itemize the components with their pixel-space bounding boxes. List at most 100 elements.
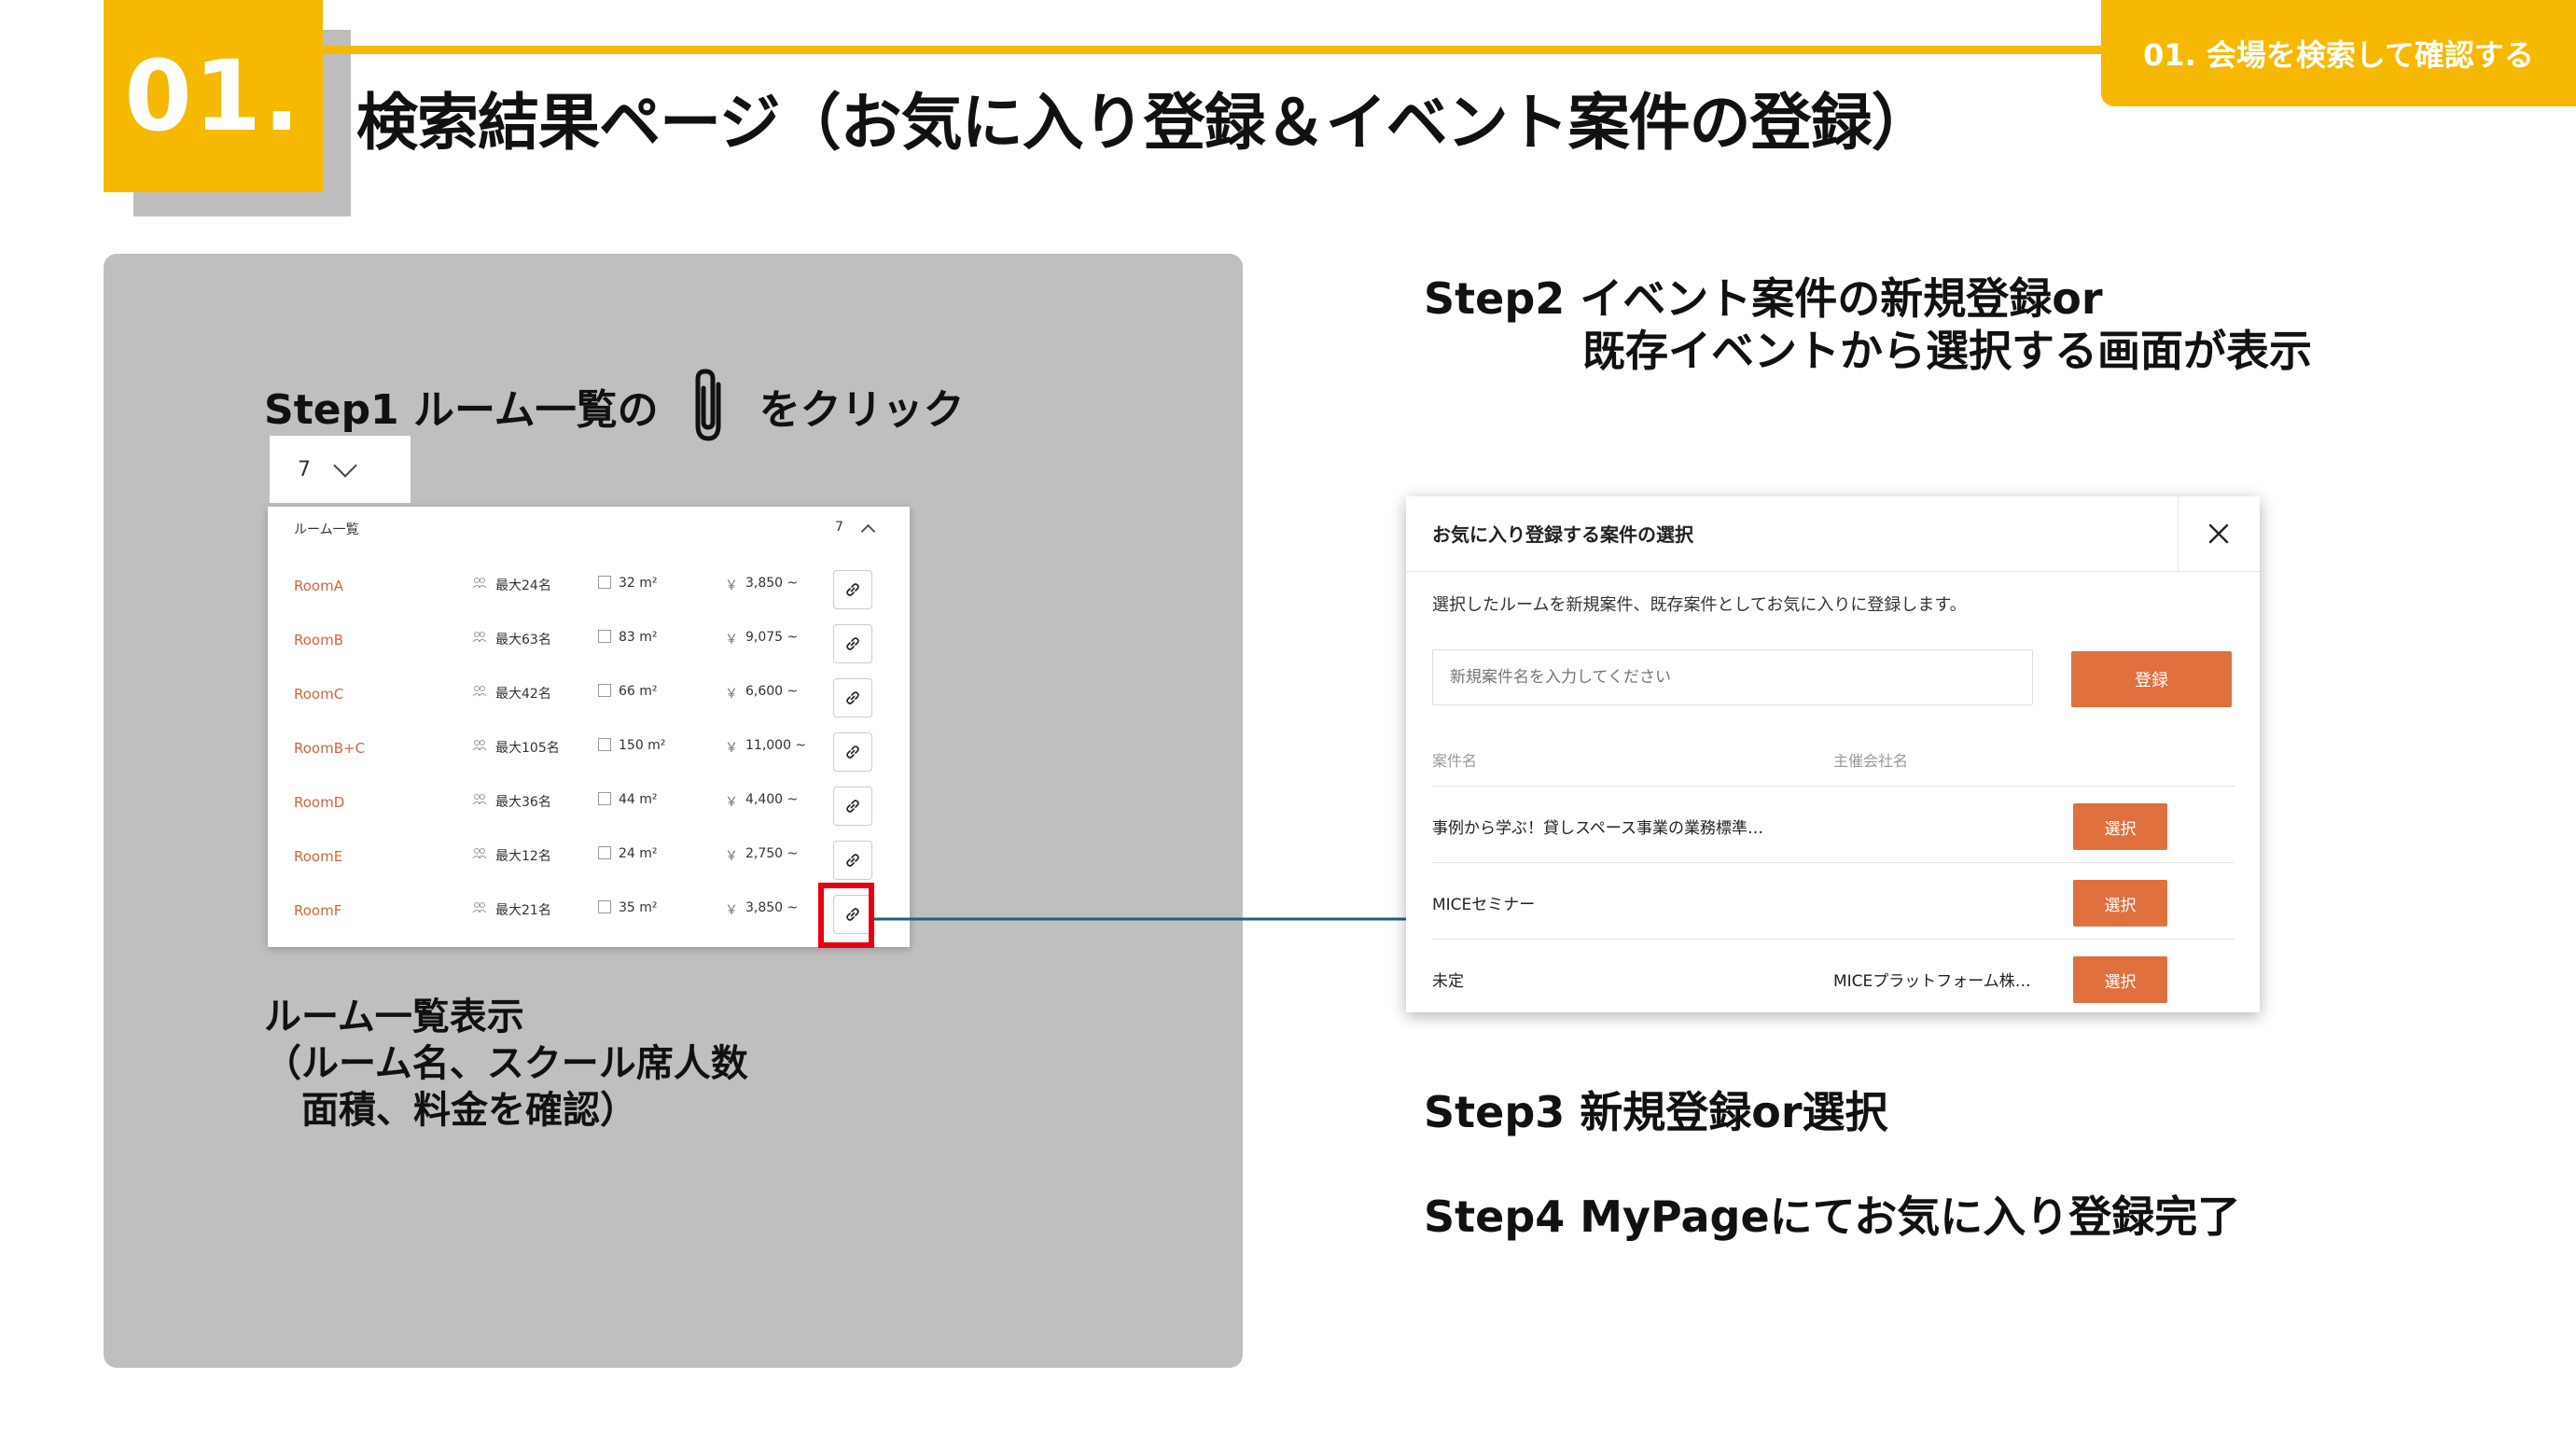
step2-line: 既存イベントから選択する画面が表示 xyxy=(1582,326,2312,376)
room-capacity: 最大42名 xyxy=(495,687,551,702)
yen-symbol: ￥ xyxy=(725,795,738,810)
close-icon xyxy=(2208,523,2229,544)
room-price: 4,400 ~ xyxy=(745,792,799,807)
section-number: 01. xyxy=(104,0,323,192)
room-name[interactable]: RoomC xyxy=(294,686,343,703)
section-tab: 01. 会場を検索して確認する xyxy=(2101,0,2576,106)
favorite-link-button[interactable] xyxy=(833,570,872,609)
select-button[interactable]: 選択 xyxy=(2073,880,2167,927)
caption-line: ルーム一覧表示 xyxy=(264,996,524,1038)
favorite-link-button[interactable] xyxy=(833,841,872,880)
project-name: 未定 xyxy=(1432,972,1464,991)
favorite-link-button[interactable] xyxy=(833,678,872,718)
column-header-project-name: 案件名 xyxy=(1432,752,1478,770)
favorite-project-modal: お気に入り登録する案件の選択 選択したルームを新規案件、既存案件としてお気に入り… xyxy=(1406,496,2260,1012)
select-button[interactable]: 選択 xyxy=(2073,803,2167,850)
project-organizer: MICEプラットフォーム株… xyxy=(1833,972,2031,991)
count-select-value: 7 xyxy=(298,457,311,481)
caption-line: （ルーム名、スクール席人数 xyxy=(264,1042,748,1085)
favorite-link-button[interactable] xyxy=(833,732,872,772)
room-area: 24 m² xyxy=(619,846,658,861)
modal-title: お気に入り登録する案件の選択 xyxy=(1432,523,1693,546)
project-row: 未定 MICEプラットフォーム株… 選択 xyxy=(1432,939,2235,1016)
chevron-down-icon xyxy=(333,453,357,478)
room-row: RoomF 最大21名 35 m² ￥ 3,850 ~ xyxy=(268,882,910,936)
room-list-count: 7 xyxy=(835,520,843,535)
room-name[interactable]: RoomF xyxy=(294,902,341,919)
room-row: RoomE 最大12名 24 m² ￥ 2,750 ~ xyxy=(268,828,910,882)
people-icon xyxy=(472,686,487,697)
step3-instruction: Step3 新規登録or選択 xyxy=(1424,1087,1888,1137)
room-price: 3,850 ~ xyxy=(745,900,799,915)
room-price: 3,850 ~ xyxy=(745,576,799,591)
step1-text-before: Step1 ルーム一覧の xyxy=(264,386,659,434)
room-row: RoomB+C 最大105名 150 m² ￥ 11,000 ~ xyxy=(268,719,910,773)
people-icon xyxy=(472,794,487,805)
yen-symbol: ￥ xyxy=(725,687,738,702)
room-capacity: 最大63名 xyxy=(495,633,551,648)
room-row: RoomB 最大63名 83 m² ￥ 9,075 ~ xyxy=(268,611,910,665)
paperclip-icon xyxy=(683,366,735,446)
room-area: 35 m² xyxy=(619,900,658,915)
area-icon xyxy=(598,792,611,805)
link-icon xyxy=(846,854,859,867)
select-button[interactable]: 選択 xyxy=(2073,956,2167,1003)
project-row: MICEセミナー 選択 xyxy=(1432,862,2235,940)
room-name[interactable]: RoomA xyxy=(294,578,343,594)
project-row: 事例から学ぶ！貸しスペース事業の業務標準… 選択 xyxy=(1432,786,2235,863)
room-price: 9,075 ~ xyxy=(745,630,799,645)
room-name[interactable]: RoomB+C xyxy=(294,740,365,757)
room-capacity: 最大24名 xyxy=(495,578,551,593)
page-title: 検索結果ページ（お気に入り登録＆イベント案件の登録） xyxy=(356,87,1933,159)
room-row: RoomC 最大42名 66 m² ￥ 6,600 ~ xyxy=(268,665,910,719)
area-icon xyxy=(598,684,611,697)
room-list-title: ルーム一覧 xyxy=(294,522,359,537)
room-list-caption: ルーム一覧表示 （ルーム名、スクール席人数 面積、料金を確認） xyxy=(264,994,748,1134)
room-name[interactable]: RoomB xyxy=(294,632,343,648)
step2-line: Step2 イベント案件の新規登録or xyxy=(1424,273,2103,324)
step1-instruction: Step1 ルーム一覧の をクリック xyxy=(264,366,965,446)
room-price: 6,600 ~ xyxy=(745,684,799,699)
people-icon xyxy=(472,632,487,643)
room-row: RoomA 最大24名 32 m² ￥ 3,850 ~ xyxy=(268,557,910,611)
room-capacity: 最大21名 xyxy=(495,903,551,918)
favorite-link-button[interactable] xyxy=(833,787,872,826)
caption-line: 面積、料金を確認） xyxy=(301,1089,637,1132)
new-project-name-input[interactable] xyxy=(1432,649,2033,705)
room-price: 11,000 ~ xyxy=(745,738,807,753)
count-select[interactable]: 7 xyxy=(270,436,411,503)
column-header-organizer: 主催会社名 xyxy=(1833,752,1909,770)
favorite-link-button[interactable] xyxy=(833,624,872,663)
step1-text-after: をクリック xyxy=(759,386,965,434)
room-capacity: 最大105名 xyxy=(495,741,560,756)
room-name[interactable]: RoomD xyxy=(294,794,344,811)
modal-description: 選択したルームを新規案件、既存案件としてお気に入りに登録します。 xyxy=(1432,595,1967,615)
close-button[interactable] xyxy=(2193,511,2245,556)
room-row: RoomD 最大36名 44 m² ￥ 4,400 ~ xyxy=(268,773,910,828)
link-icon xyxy=(846,745,859,759)
chevron-up-icon[interactable] xyxy=(860,523,876,539)
yen-symbol: ￥ xyxy=(725,741,738,756)
area-icon xyxy=(598,738,611,751)
people-icon xyxy=(472,740,487,751)
step2-instruction: Step2 イベント案件の新規登録or 既存イベントから選択する画面が表示 xyxy=(1424,272,2312,377)
link-icon xyxy=(846,637,859,650)
yen-symbol: ￥ xyxy=(725,633,738,648)
people-icon xyxy=(472,848,487,859)
area-icon xyxy=(598,576,611,589)
project-name: MICEセミナー xyxy=(1432,896,1536,914)
people-icon xyxy=(472,902,487,913)
room-area: 32 m² xyxy=(619,576,658,591)
yen-symbol: ￥ xyxy=(725,849,738,864)
room-list-card: ルーム一覧 7 RoomA 最大24名 32 m² ￥ 3,850 ~ Room… xyxy=(268,507,910,947)
room-area: 66 m² xyxy=(619,684,658,699)
area-icon xyxy=(598,900,611,913)
yen-symbol: ￥ xyxy=(725,578,738,593)
room-name[interactable]: RoomE xyxy=(294,848,342,865)
link-icon xyxy=(846,800,859,813)
room-area: 44 m² xyxy=(619,792,658,807)
room-area: 150 m² xyxy=(619,738,666,753)
area-icon xyxy=(598,630,611,643)
project-name: 事例から学ぶ！貸しスペース事業の業務標準… xyxy=(1432,819,1763,838)
register-button[interactable]: 登録 xyxy=(2071,651,2232,707)
